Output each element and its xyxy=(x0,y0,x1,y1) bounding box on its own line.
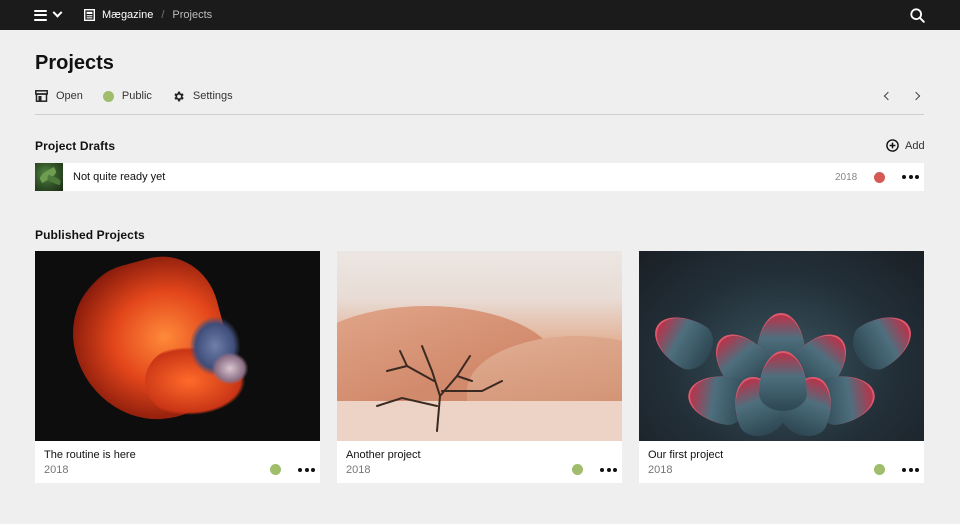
breadcrumb-separator: / xyxy=(161,9,165,21)
project-title: The routine is here xyxy=(44,449,136,461)
draft-year: 2018 xyxy=(835,172,858,183)
draft-row[interactable]: Not quite ready yet 2018 xyxy=(35,163,924,191)
draft-thumbnail xyxy=(35,163,63,191)
open-button[interactable]: Open xyxy=(35,90,83,102)
breadcrumb: Mægazine / Projects xyxy=(84,0,212,30)
project-card[interactable]: Another project 2018 xyxy=(337,251,622,483)
public-status-dot xyxy=(102,90,114,102)
project-more-button[interactable] xyxy=(902,468,919,472)
project-status-dot xyxy=(874,464,885,475)
public-toggle[interactable]: Public xyxy=(102,90,152,102)
open-label: Open xyxy=(56,90,83,102)
gear-icon xyxy=(174,91,184,101)
project-year: 2018 xyxy=(648,464,673,476)
project-more-button[interactable] xyxy=(600,468,617,472)
breadcrumb-app[interactable]: Mægazine xyxy=(102,9,153,21)
top-bar: Mægazine / Projects xyxy=(0,0,960,30)
add-label: Add xyxy=(905,139,925,152)
project-title: Our first project xyxy=(648,449,724,461)
project-image xyxy=(35,251,320,441)
page-title: Projects xyxy=(35,52,114,74)
next-button[interactable] xyxy=(910,89,924,103)
chevron-left-icon xyxy=(883,91,893,101)
divider xyxy=(35,114,924,115)
hamburger-icon xyxy=(34,9,47,21)
draft-status-dot xyxy=(874,172,885,183)
published-section-title: Published Projects xyxy=(35,228,145,242)
breadcrumb-current: Projects xyxy=(172,9,213,21)
project-image xyxy=(337,251,622,441)
draft-title: Not quite ready yet xyxy=(73,171,166,183)
public-label: Public xyxy=(121,90,152,102)
search-icon[interactable] xyxy=(910,8,925,23)
menu-button[interactable] xyxy=(34,7,66,23)
settings-label: Settings xyxy=(192,90,233,102)
project-status-dot xyxy=(572,464,583,475)
previous-button[interactable] xyxy=(880,89,894,103)
project-card[interactable]: Our first project 2018 xyxy=(639,251,924,483)
project-status-dot xyxy=(270,464,281,475)
project-image xyxy=(639,251,924,441)
settings-button[interactable]: Settings xyxy=(172,90,233,103)
drafts-section-title: Project Drafts xyxy=(35,139,116,153)
project-year: 2018 xyxy=(346,464,371,476)
draft-more-button[interactable] xyxy=(902,175,919,179)
storefront-icon xyxy=(35,90,48,102)
chevron-right-icon xyxy=(911,91,921,101)
project-more-button[interactable] xyxy=(298,468,315,472)
action-bar: Open Public Settings xyxy=(35,87,253,105)
chevron-down-icon xyxy=(52,7,63,18)
project-year: 2018 xyxy=(44,464,69,476)
project-title: Another project xyxy=(346,449,421,461)
document-icon xyxy=(84,9,95,21)
add-button[interactable]: Add xyxy=(886,139,925,152)
project-card[interactable]: The routine is here 2018 xyxy=(35,251,320,483)
add-circle-icon xyxy=(886,139,899,152)
